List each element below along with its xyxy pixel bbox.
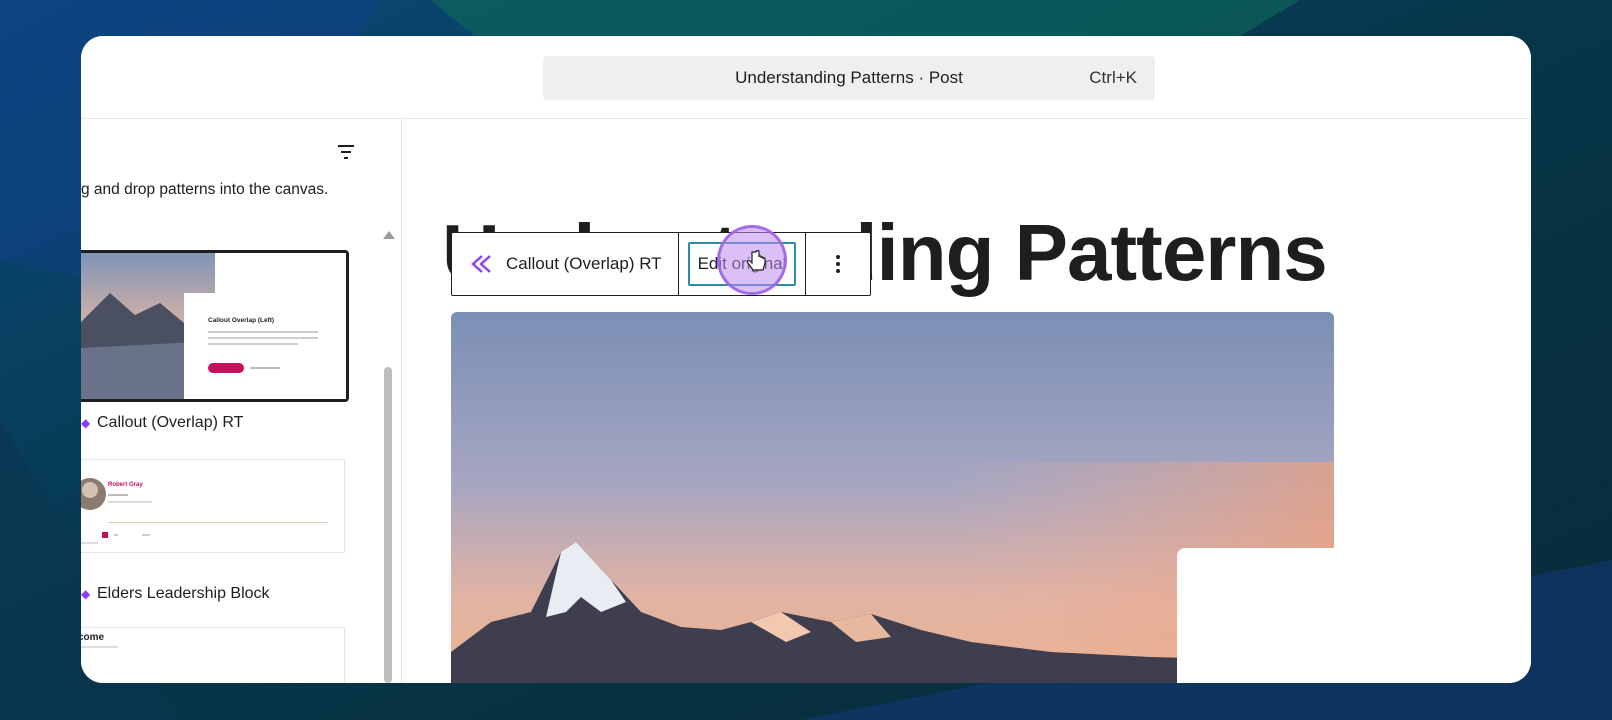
pattern-thumb-title: Robert Gray xyxy=(108,482,143,488)
pattern-preview-image xyxy=(81,460,344,552)
thumb-text-line xyxy=(208,343,298,345)
thumb-link xyxy=(250,367,280,369)
keyboard-shortcut: Ctrl+K xyxy=(1089,68,1137,87)
command-palette-button[interactable]: Understanding Patterns · Post Ctrl+K xyxy=(543,56,1155,100)
patterns-sidebar: g and drop patterns into the canvas. Cal… xyxy=(81,119,402,683)
pattern-label: Elders Leadership Block xyxy=(97,585,270,602)
edit-original-button[interactable]: Edit original xyxy=(687,242,797,286)
more-vertical-icon xyxy=(836,255,841,273)
synced-pattern-icon: ◆ xyxy=(81,416,91,430)
synced-pattern-icon xyxy=(471,255,491,273)
pattern-thumb-title: come xyxy=(81,632,105,643)
thumb-text-line xyxy=(108,494,128,496)
toolbar-edit-group: Edit original xyxy=(679,233,807,295)
thumb-text-line xyxy=(208,331,318,333)
editor-window: Understanding Patterns · Post Ctrl+K g a… xyxy=(81,36,1531,683)
pattern-label: Callout (Overlap) RT xyxy=(97,414,244,431)
pattern-preview-elders[interactable]: Robert Gray xyxy=(81,459,345,553)
pattern-preview-image xyxy=(81,253,346,399)
thumb-text-line xyxy=(108,501,152,503)
pattern-item-callout[interactable]: ◆ Callout (Overlap) RT xyxy=(81,414,243,432)
pattern-thumb-title: Callout Overlap (Left) xyxy=(208,317,275,324)
thumb-text-line xyxy=(81,646,118,648)
editor-top-bar: Understanding Patterns · Post Ctrl+K xyxy=(81,36,1531,119)
sidebar-scrollbar[interactable] xyxy=(382,231,395,683)
more-options-button[interactable] xyxy=(806,233,870,295)
pattern-item-elders[interactable]: ◆ Elders Leadership Block xyxy=(81,585,270,603)
scroll-up-icon[interactable] xyxy=(383,231,395,239)
block-toolbar: Callout (Overlap) RT Edit original xyxy=(451,232,872,296)
pattern-preview-welcome[interactable]: come xyxy=(81,627,345,683)
thumb-button xyxy=(208,363,244,373)
pattern-preview-callout[interactable]: Callout Overlap (Left) xyxy=(81,250,349,402)
scroll-thumb[interactable] xyxy=(384,367,392,683)
block-name: Callout (Overlap) RT xyxy=(506,254,662,273)
filter-icon[interactable] xyxy=(335,141,357,163)
callout-card[interactable] xyxy=(1177,548,1377,683)
thumb-text-line xyxy=(208,337,318,339)
pattern-list: Callout Overlap (Left) ◆ Callout (Overlap… xyxy=(81,229,381,683)
block-switcher-button[interactable]: Callout (Overlap) RT xyxy=(452,233,679,295)
editor-canvas: Understanding Patterns xyxy=(402,119,1531,683)
sidebar-description: g and drop patterns into the canvas. xyxy=(81,181,329,198)
synced-pattern-icon: ◆ xyxy=(81,587,91,601)
document-title: Understanding Patterns · Post xyxy=(735,68,963,87)
